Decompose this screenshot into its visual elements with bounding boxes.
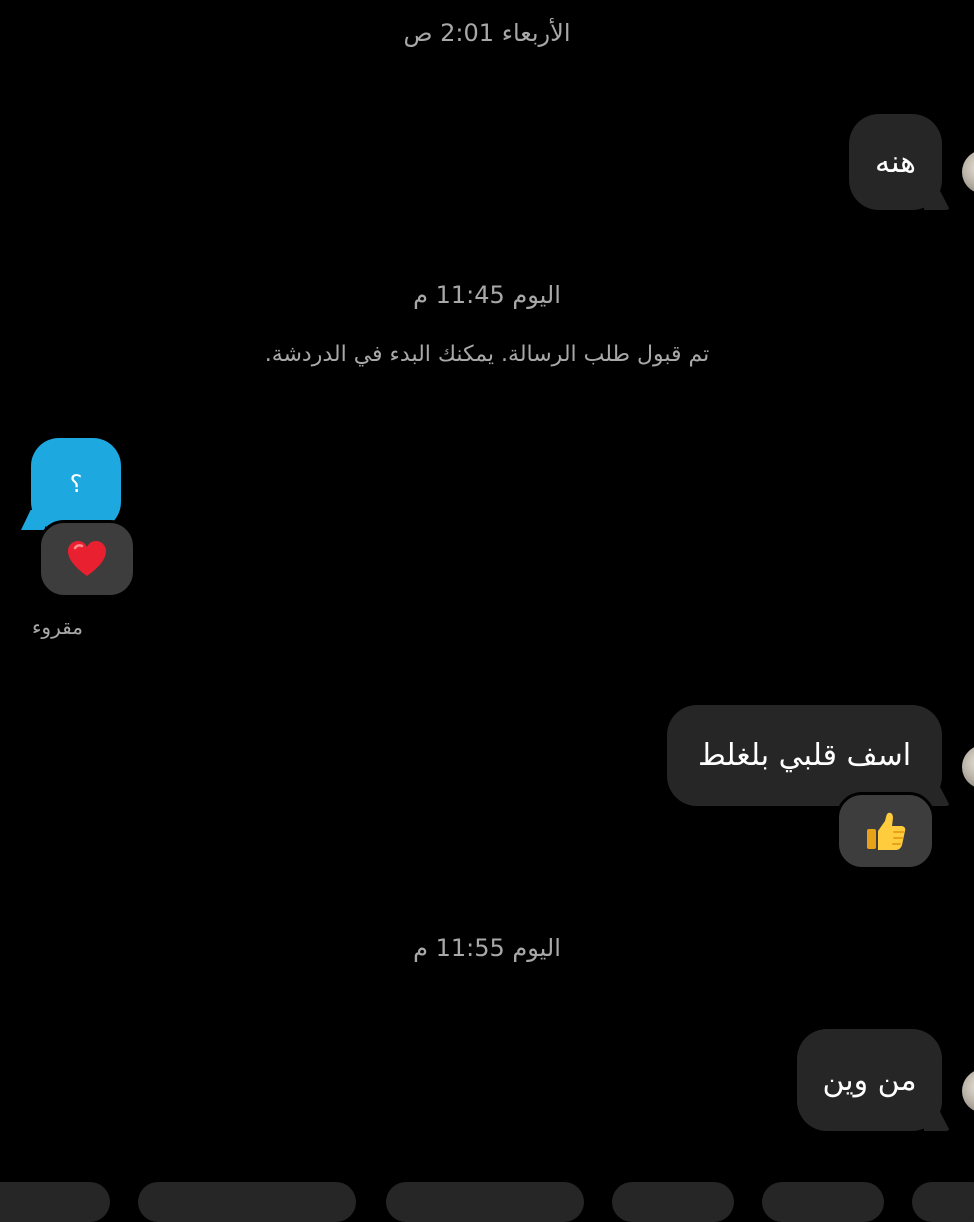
thumbs-up-icon (866, 812, 905, 850)
message-bubble-incoming[interactable]: من وين (797, 1029, 950, 1131)
message-text: ؟ (69, 470, 83, 498)
message-text: هنه (875, 144, 916, 180)
reaction-pill[interactable] (836, 792, 935, 870)
heart-icon (68, 541, 106, 576)
quick-reply-chip[interactable] (0, 1182, 110, 1222)
quick-reply-chip[interactable] (612, 1182, 734, 1222)
message-bubble-incoming[interactable]: اسف قلبي بلغلط (667, 705, 950, 806)
quick-reply-chip[interactable] (138, 1182, 356, 1222)
timestamp: اليوم 11:45 م (413, 281, 561, 309)
timestamp: اليوم 11:55 م (413, 934, 561, 962)
quick-reply-chip[interactable] (912, 1182, 974, 1222)
reaction-pill[interactable] (38, 520, 136, 598)
message-bubble-incoming[interactable]: هنه (849, 114, 950, 210)
seen-status: مقروء (32, 615, 83, 639)
avatar[interactable] (962, 150, 974, 194)
message-bubble-outgoing[interactable]: ؟ (21, 438, 121, 530)
system-notice: تم قبول طلب الرسالة. يمكنك البدء في الدر… (264, 342, 710, 367)
avatar[interactable] (962, 745, 974, 789)
quick-reply-chip[interactable] (386, 1182, 584, 1222)
quick-reply-chip[interactable] (762, 1182, 884, 1222)
avatar[interactable] (962, 1069, 974, 1113)
timestamp: الأربعاء 2:01 ص (403, 19, 571, 47)
message-text: من وين (822, 1062, 917, 1098)
message-text: اسف قلبي بلغلط (697, 738, 912, 773)
